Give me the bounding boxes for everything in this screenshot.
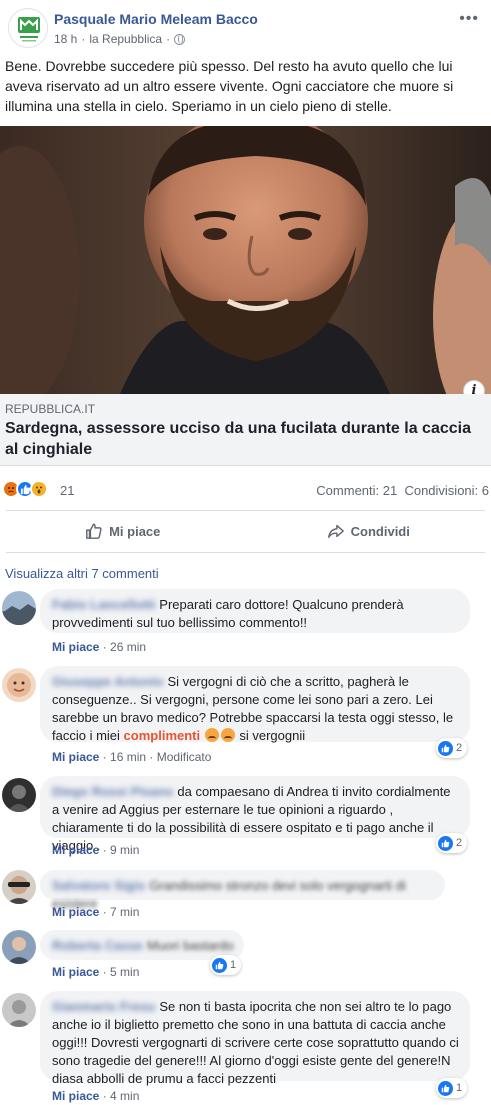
comment-time[interactable]: 7 min <box>110 905 139 919</box>
highlighted-word: complimenti <box>123 728 201 743</box>
comment-reactions[interactable]: 1 <box>436 1078 468 1098</box>
more-options-icon[interactable]: ••• <box>459 10 479 28</box>
commenter-name[interactable]: Gianmario Fresu <box>52 999 155 1014</box>
comments-shares-count[interactable]: Commenti: 21 Condivisioni: 6 <box>316 483 489 498</box>
meta-separator: · <box>81 32 86 46</box>
globe-icon <box>174 33 186 45</box>
comment-bubble: Roberta Casse Muori bastardo <box>40 930 244 960</box>
comment-time[interactable]: 5 min <box>110 965 139 979</box>
link-preview-box[interactable]: REPUBBLICA.IT Sardegna, assessore ucciso… <box>0 394 491 466</box>
like-reaction-icon <box>212 957 227 973</box>
comment-reaction-count: 1 <box>456 1082 463 1094</box>
view-more-comments-link[interactable]: Visualizza altri 7 commenti <box>5 566 159 581</box>
comment-meta: Mi piace · 26 min <box>52 640 147 654</box>
comment-reactions[interactable]: 2 <box>436 738 468 758</box>
comment-like-link[interactable]: Mi piace <box>52 750 99 764</box>
link-source: REPUBBLICA.IT <box>5 402 96 416</box>
post-meta: 18 h · la Repubblica · <box>54 32 186 46</box>
like-button-label: Mi piace <box>109 523 161 539</box>
comment-bubble: Diego Rossi Pisano da compaesano di Andre… <box>40 776 470 853</box>
comment-bubble: Salvatore Sigis Grandissimo stronzo devi … <box>40 870 445 911</box>
comment-meta: Mi piace · 16 min · Modificato <box>52 750 212 764</box>
divider <box>6 552 485 553</box>
comment-meta: Mi piace · 9 min <box>52 843 140 857</box>
meta-separator: · <box>166 32 171 46</box>
comment-text: Muori bastardo <box>147 938 234 953</box>
comment-like-link[interactable]: Mi piace <box>52 905 99 919</box>
like-reaction-icon <box>438 1080 453 1096</box>
comment-reactions[interactable]: 2 <box>436 833 468 853</box>
commenter-name[interactable]: Salvatore Sigis <box>52 878 145 893</box>
commenter-avatar[interactable] <box>2 778 36 812</box>
commenter-avatar[interactable] <box>2 993 36 1027</box>
comment-like-link[interactable]: Mi piace <box>52 843 99 857</box>
commenter-name[interactable]: Fabio Lancellotti <box>52 597 155 612</box>
comment-reaction-count: 2 <box>456 837 463 849</box>
post-stats: 21 Commenti: 21 Condivisioni: 6 <box>0 478 491 502</box>
comment-like-link[interactable]: Mi piace <box>52 640 99 654</box>
comments-count[interactable]: Commenti: 21 <box>316 483 397 498</box>
post-source[interactable]: la Repubblica <box>89 32 162 46</box>
comment-meta: Mi piace · 4 min <box>52 1089 140 1103</box>
commenter-avatar[interactable] <box>2 668 36 702</box>
post-time[interactable]: 18 h <box>54 32 77 46</box>
angry-face-emoji-icon <box>220 728 235 742</box>
comment-text-end: si vergognii <box>239 728 306 743</box>
share-button[interactable]: Condividi <box>246 511 491 551</box>
post-text: Bene. Dovrebbe succedere più spesso. Del… <box>5 58 454 114</box>
commenter-name[interactable]: Diego Rossi Pisano <box>52 784 173 799</box>
commenter-avatar[interactable] <box>2 591 36 625</box>
comment-bubble: Fabio Lancellotti Preparati caro dottore!… <box>40 589 470 633</box>
comment-time[interactable]: 9 min <box>110 843 139 857</box>
comment-time[interactable]: 16 min <box>110 750 146 764</box>
shares-count[interactable]: Condivisioni: 6 <box>404 483 489 498</box>
like-button[interactable]: Mi piace <box>0 511 246 551</box>
commenter-avatar[interactable] <box>2 930 36 964</box>
link-title[interactable]: Sardegna, assessore ucciso da una fucila… <box>5 418 487 460</box>
comment-reaction-count: 2 <box>456 742 463 754</box>
post-actions: Mi piace Condividi <box>0 511 491 551</box>
comment-reaction-count: 1 <box>230 959 237 971</box>
comment-time[interactable]: 4 min <box>110 1089 139 1103</box>
page-logo-icon <box>18 17 40 42</box>
post-author-name[interactable]: Pasquale Mario Meleam Bacco <box>54 11 258 27</box>
wow-reaction-icon <box>30 480 48 498</box>
commenter-name[interactable]: Giuseppe Antonio <box>52 674 163 689</box>
angry-face-emoji-icon <box>204 728 219 742</box>
commenter-name[interactable]: Roberta Casse <box>52 938 143 953</box>
commenter-avatar[interactable] <box>2 870 36 904</box>
post-header: Pasquale Mario Meleam Bacco 18 h · la Re… <box>8 8 491 52</box>
comment-time[interactable]: 26 min <box>110 640 146 654</box>
share-button-label: Condividi <box>350 523 410 539</box>
comment-meta: Mi piace · 7 min <box>52 905 140 919</box>
comment-like-link[interactable]: Mi piace <box>52 965 99 979</box>
comment-edited[interactable]: Modificato <box>157 750 212 764</box>
reaction-count[interactable]: 21 <box>60 483 74 498</box>
like-reaction-icon <box>438 835 453 851</box>
comment-meta: Mi piace · 5 min <box>52 965 140 979</box>
comment-reactions[interactable]: 1 <box>210 955 242 975</box>
link-preview-image[interactable] <box>0 126 491 394</box>
news-photo <box>0 126 491 394</box>
reactions-summary[interactable] <box>2 480 48 498</box>
like-reaction-icon <box>438 740 453 756</box>
thumbs-up-icon <box>86 523 102 539</box>
share-arrow-icon <box>327 524 344 539</box>
comment-bubble: Giuseppe Antonio Si vergogni di ciò che a… <box>40 666 470 743</box>
comment-like-link[interactable]: Mi piace <box>52 1089 99 1103</box>
page-avatar[interactable] <box>8 8 48 48</box>
comment-bubble: Gianmario Fresu Se non ti basta ipocrita … <box>40 991 470 1086</box>
